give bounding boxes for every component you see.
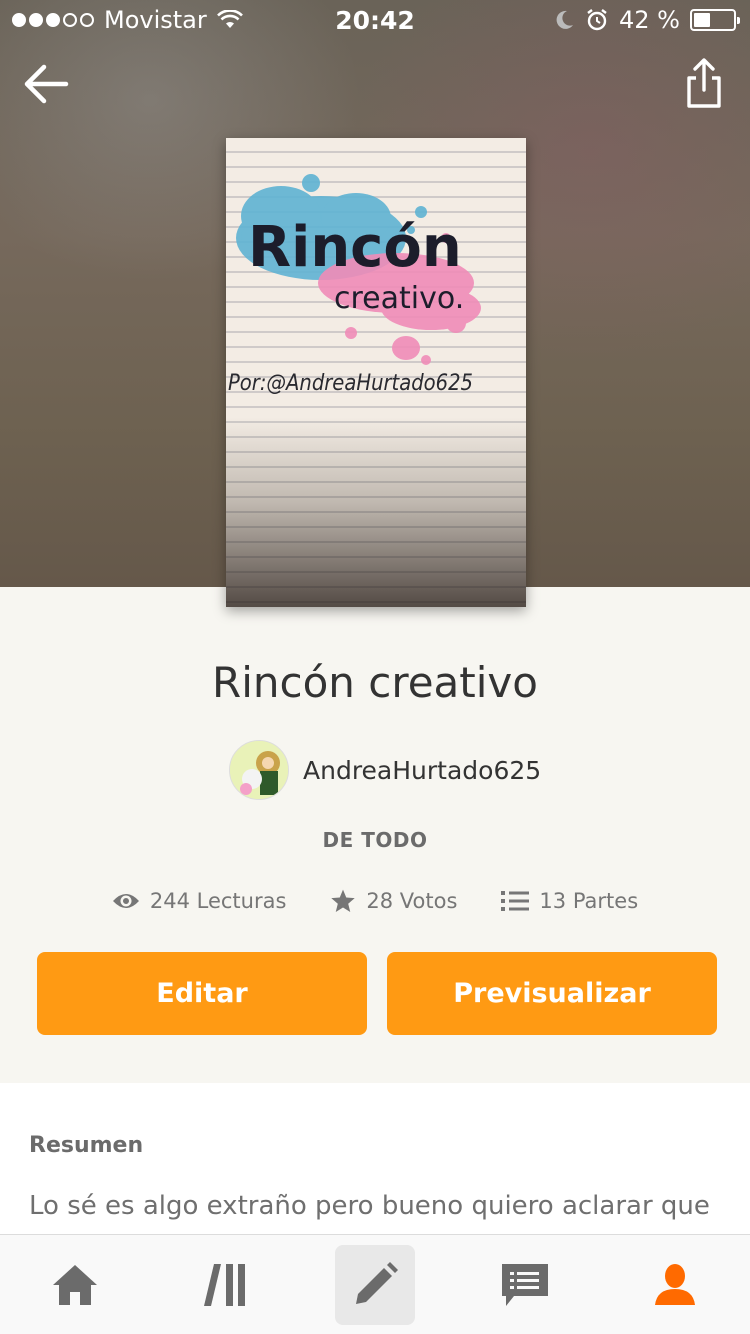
bottom-nav (0, 1234, 750, 1334)
summary-section: Resumen Lo sé es algo extraño pero bueno… (0, 1083, 750, 1243)
preview-button[interactable]: Previsualizar (387, 952, 717, 1035)
back-button[interactable] (20, 58, 72, 110)
avatar (229, 740, 289, 800)
story-cover[interactable]: Rincón creativo. Por:@AndreaHurtado625 (226, 138, 526, 607)
cover-title-line1: Rincón (248, 215, 462, 280)
story-title: Rincón creativo (212, 658, 538, 707)
reads-count: 244 Lecturas (149, 889, 287, 913)
author-name: AndreaHurtado625 (303, 755, 542, 785)
author-link[interactable]: AndreaHurtado625 (229, 740, 541, 800)
votes-count: 28 Votos (366, 889, 458, 913)
story-stats: 244 Lecturas 28 Votos 13 Partes (0, 888, 750, 914)
nav-profile[interactable] (635, 1245, 715, 1325)
battery-icon (690, 9, 740, 31)
summary-text: Lo sé es algo extraño pero bueno quiero … (29, 1191, 710, 1221)
alarm-icon (587, 9, 607, 31)
status-bar: Movistar 20:42 42 % (0, 0, 750, 40)
reads-stat: 244 Lecturas (112, 888, 287, 914)
share-icon (687, 58, 721, 108)
library-icon (204, 1264, 245, 1306)
category-label: DE TODO (322, 828, 428, 852)
edit-button[interactable]: Editar (37, 952, 367, 1035)
arrow-left-icon (24, 64, 69, 104)
profile-icon (655, 1264, 695, 1305)
parts-stat: 13 Partes (501, 888, 638, 914)
parts-count: 13 Partes (539, 889, 639, 913)
nav-messages[interactable] (485, 1245, 565, 1325)
cover-byline: Por:@AndreaHurtado625 (228, 371, 473, 396)
messages-icon (502, 1264, 548, 1306)
eye-icon (112, 894, 139, 908)
battery-percentage: 42 % (619, 6, 680, 34)
nav-write[interactable] (335, 1245, 415, 1325)
moon-icon (556, 10, 574, 29)
write-icon (356, 1262, 398, 1304)
cover-title-line2: creativo. (334, 281, 464, 316)
share-button[interactable] (684, 56, 724, 112)
summary-heading: Resumen (29, 1133, 144, 1158)
home-icon (53, 1265, 97, 1305)
star-icon (331, 889, 356, 913)
list-icon (501, 891, 530, 911)
votes-stat: 28 Votos (330, 888, 457, 914)
nav-home[interactable] (35, 1245, 115, 1325)
nav-library[interactable] (186, 1245, 266, 1325)
